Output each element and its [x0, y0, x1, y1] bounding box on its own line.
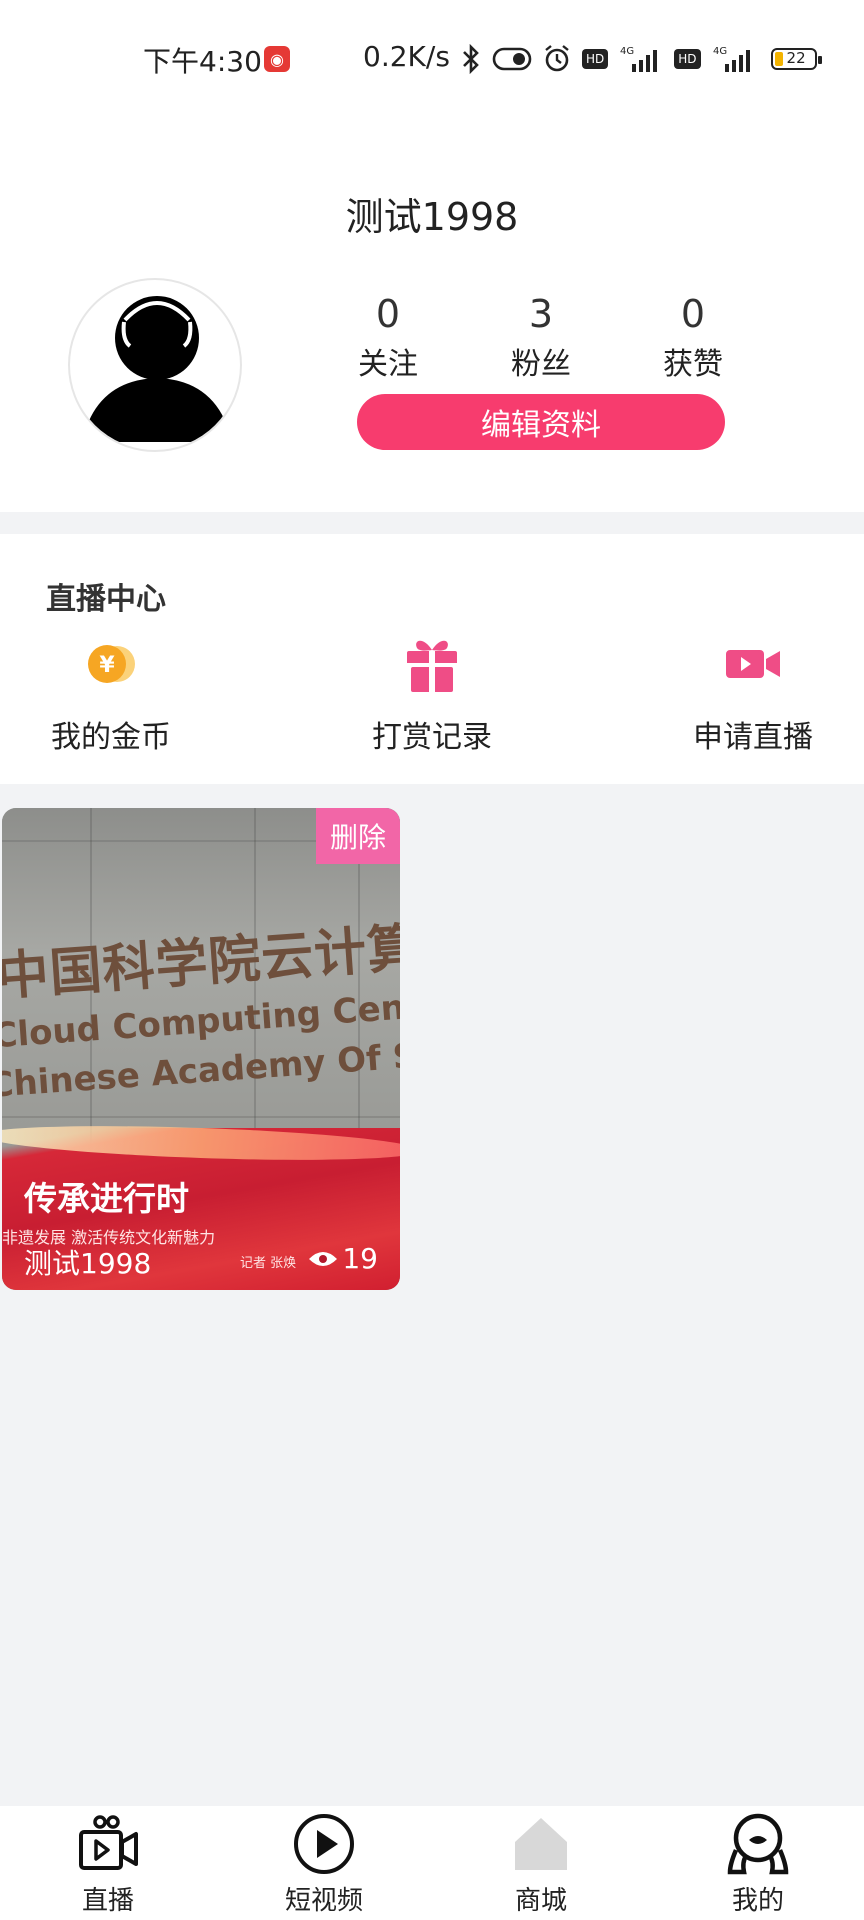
- fans-count: 3: [528, 292, 554, 336]
- delete-video-button[interactable]: 删除: [316, 808, 400, 864]
- svg-text:4G: 4G: [620, 46, 634, 57]
- gold-coin-icon: ¥: [81, 634, 141, 694]
- thumbnail-banner-title: 传承进行时: [24, 1179, 189, 1218]
- reward-records-label: 打赏记录: [372, 720, 492, 755]
- alarm-icon: [545, 45, 569, 72]
- tab-live[interactable]: 直播: [38, 1812, 178, 1917]
- bluetooth-icon: [463, 44, 479, 74]
- hd-icon: HD: [582, 49, 609, 69]
- profile-name: 测试1998: [345, 195, 519, 239]
- signal-icon-2: 4G: [713, 46, 750, 72]
- hd-icon-2: HD: [674, 49, 701, 69]
- tab-mine-label: 我的: [731, 1886, 784, 1916]
- network-speed: 0.2K/s: [363, 40, 450, 73]
- battery-level: 22: [786, 49, 806, 67]
- profile-page: 下午4:30 ◉ 0.2K/s HD 4G HD 4G 22 测试1998 0 …: [0, 0, 864, 1920]
- status-time: 下午4:30: [143, 45, 262, 78]
- fans-label: 粉丝: [511, 347, 571, 382]
- likes-label: 获赞: [663, 347, 723, 382]
- netease-music-icon: ◉: [264, 46, 290, 72]
- signal-icon: 4G: [620, 46, 658, 72]
- status-icons: HD 4G HD 4G 22: [460, 42, 822, 76]
- tab-short-video[interactable]: 短视频: [254, 1812, 394, 1917]
- svg-text:4G: 4G: [713, 46, 727, 57]
- profile-header: 测试1998 0 关注 3 粉丝 0 获赞 编辑资料: [0, 120, 864, 512]
- tab-shop-label: 商城: [514, 1886, 567, 1916]
- my-coins-label: 我的金币: [51, 720, 171, 755]
- section-title: 直播中心: [46, 582, 166, 617]
- video-author: 测试1998: [24, 1247, 152, 1280]
- home-shop-icon: [515, 1818, 567, 1870]
- eye-icon: [309, 1251, 338, 1266]
- stat-following[interactable]: 0 关注: [328, 292, 448, 386]
- live-center-section: 直播中心 ¥ 我的金币 打赏记录 申请直播: [0, 534, 864, 784]
- thumbnail-reporter: 记者 张焕: [240, 1256, 297, 1271]
- my-coins-item[interactable]: ¥ 我的金币: [21, 634, 201, 756]
- video-views: 19: [308, 1242, 378, 1275]
- tab-mine[interactable]: 我的: [688, 1812, 828, 1917]
- apply-live-label: 申请直播: [693, 720, 813, 755]
- video-card[interactable]: 中国科学院云计算中 Cloud Computing Center Chinese…: [2, 808, 400, 1290]
- default-avatar-icon: [82, 296, 232, 442]
- stat-likes[interactable]: 0 获赞: [633, 292, 753, 386]
- tab-shop[interactable]: 商城: [471, 1812, 611, 1917]
- following-label: 关注: [358, 347, 418, 382]
- status-bar: 下午4:30 ◉ 0.2K/s HD 4G HD 4G 22: [0, 0, 864, 120]
- svg-text:¥: ¥: [99, 653, 115, 678]
- profile-icon: [727, 1813, 789, 1875]
- avatar[interactable]: [68, 278, 242, 452]
- following-count: 0: [375, 292, 401, 336]
- gift-icon: [402, 634, 462, 694]
- live-camera-icon: [79, 1815, 138, 1870]
- view-count: 19: [342, 1242, 378, 1275]
- battery-icon: 22: [770, 48, 822, 70]
- play-circle-icon: [294, 1814, 354, 1874]
- video-camera-icon: [723, 634, 783, 694]
- apply-live-item[interactable]: 申请直播: [663, 634, 843, 756]
- likes-count: 0: [680, 292, 706, 336]
- stat-fans[interactable]: 3 粉丝: [481, 292, 601, 386]
- tab-short-video-label: 短视频: [284, 1886, 363, 1916]
- tab-live-label: 直播: [81, 1886, 134, 1916]
- reward-records-item[interactable]: 打赏记录: [342, 634, 522, 756]
- bottom-tab-bar: 直播 短视频 商城 我的: [0, 1806, 864, 1920]
- edit-profile-button[interactable]: 编辑资料: [357, 394, 725, 450]
- toggle-icon: [492, 47, 532, 71]
